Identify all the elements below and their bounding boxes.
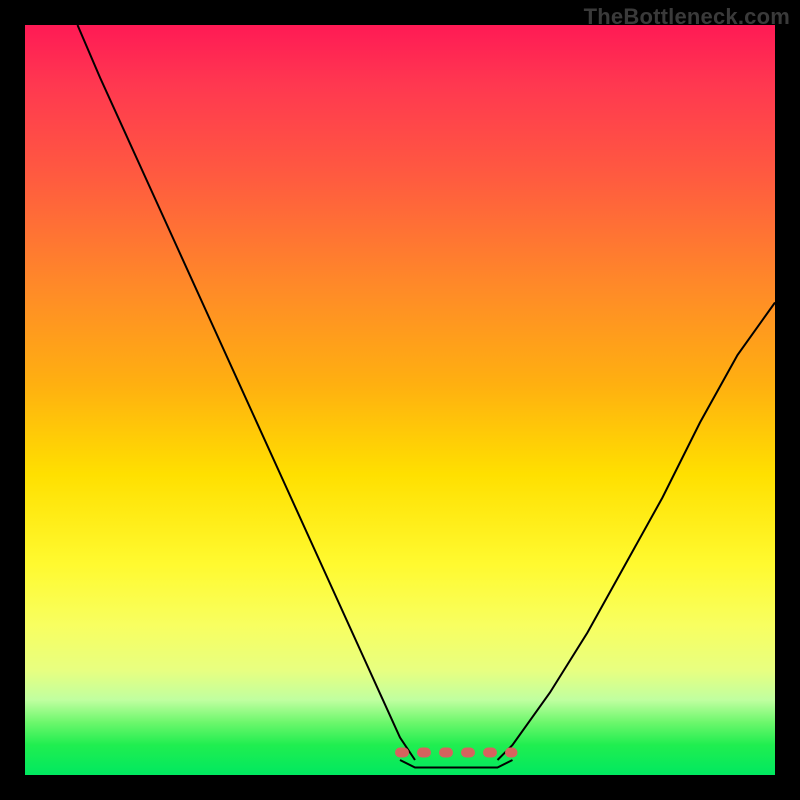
left-branch-line xyxy=(78,25,416,760)
watermark-text: TheBottleneck.com xyxy=(584,4,790,30)
right-branch-line xyxy=(498,303,776,761)
chart-frame: TheBottleneck.com xyxy=(0,0,800,800)
chart-svg xyxy=(25,25,775,775)
flat-bottom-line xyxy=(400,760,513,768)
